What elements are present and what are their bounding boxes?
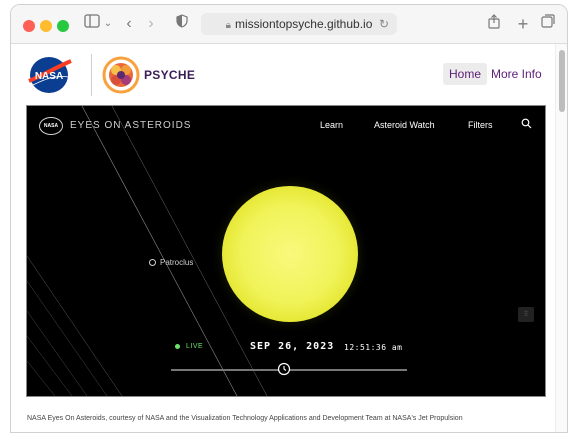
viewer-nav-asteroid-watch[interactable]: Asteroid Watch bbox=[374, 120, 435, 130]
nasa-logo[interactable]: NASA bbox=[25, 55, 73, 95]
current-date: SEP 26, 2023 bbox=[250, 341, 335, 352]
live-button[interactable]: LIVE bbox=[175, 343, 203, 350]
nasa-badge-icon: NASA bbox=[39, 117, 63, 135]
browser-window: ⌄ ‹ › 🔒︎ missiontopsyche.github.io ↻ + NA… bbox=[10, 4, 568, 433]
viewer-topbar: NASA EYES ON ASTEROIDS Learn Asteroid Wa… bbox=[27, 106, 545, 144]
address-bar[interactable]: 🔒︎ missiontopsyche.github.io ↻ bbox=[201, 13, 397, 35]
orbit-line bbox=[27, 335, 73, 396]
asteroid-marker-icon bbox=[149, 259, 156, 267]
lock-icon: 🔒︎ bbox=[225, 20, 231, 31]
nasa-logo-text: NASA bbox=[35, 71, 63, 82]
space-scene bbox=[27, 106, 370, 396]
viewer-nav-filters[interactable]: Filters bbox=[468, 120, 493, 130]
shield-icon[interactable] bbox=[175, 14, 189, 34]
back-icon[interactable]: ‹ bbox=[122, 14, 136, 34]
zoom-window-button[interactable] bbox=[57, 20, 69, 32]
asteroid-label-patroclus[interactable]: Patroclus bbox=[149, 258, 193, 267]
reload-icon[interactable]: ↻ bbox=[379, 13, 389, 35]
chevron-down-icon[interactable]: ⌄ bbox=[103, 14, 113, 34]
forward-icon[interactable]: › bbox=[144, 14, 158, 34]
url-text: missiontopsyche.github.io bbox=[234, 17, 373, 31]
current-time: 12:51:36 am bbox=[344, 343, 403, 352]
eyes-on-asteroids-viewer[interactable]: NASA EYES ON ASTEROIDS Learn Asteroid Wa… bbox=[26, 105, 546, 397]
embed-caption: NASA Eyes On Asteroids, courtesy of NASA… bbox=[27, 415, 463, 422]
settings-sliders-icon[interactable]: ⫶⫶ bbox=[518, 307, 534, 322]
live-indicator-icon bbox=[175, 343, 180, 349]
orbit-line bbox=[27, 360, 56, 396]
orbit-line bbox=[27, 280, 108, 396]
scrollbar-thumb[interactable] bbox=[559, 50, 565, 112]
nav-home-link[interactable]: Home bbox=[443, 63, 488, 85]
nav-more-info-link[interactable]: More Info bbox=[491, 67, 542, 81]
minimize-window-button[interactable] bbox=[40, 20, 52, 32]
site-header: NASA PSYCHE Home More Info bbox=[11, 44, 567, 104]
clock-icon[interactable] bbox=[277, 362, 291, 376]
psyche-logo[interactable] bbox=[98, 53, 144, 97]
viewer-title: EYES ON ASTEROIDS bbox=[70, 120, 192, 131]
viewer-nav-learn[interactable]: Learn bbox=[320, 120, 343, 130]
psyche-wordmark: PSYCHE bbox=[144, 68, 196, 82]
asteroid-name: Patroclus bbox=[160, 258, 194, 267]
share-icon[interactable] bbox=[487, 14, 501, 34]
sun[interactable] bbox=[222, 186, 358, 322]
search-icon[interactable] bbox=[521, 118, 532, 132]
browser-toolbar: ⌄ ‹ › 🔒︎ missiontopsyche.github.io ↻ + bbox=[11, 5, 567, 44]
sidebar-icon[interactable] bbox=[83, 14, 101, 34]
orbit-line bbox=[27, 255, 123, 396]
live-label: LIVE bbox=[186, 343, 204, 350]
tabs-icon[interactable] bbox=[541, 14, 555, 34]
logo-divider bbox=[91, 54, 92, 96]
new-tab-icon[interactable]: + bbox=[516, 14, 530, 34]
close-window-button[interactable] bbox=[23, 20, 35, 32]
